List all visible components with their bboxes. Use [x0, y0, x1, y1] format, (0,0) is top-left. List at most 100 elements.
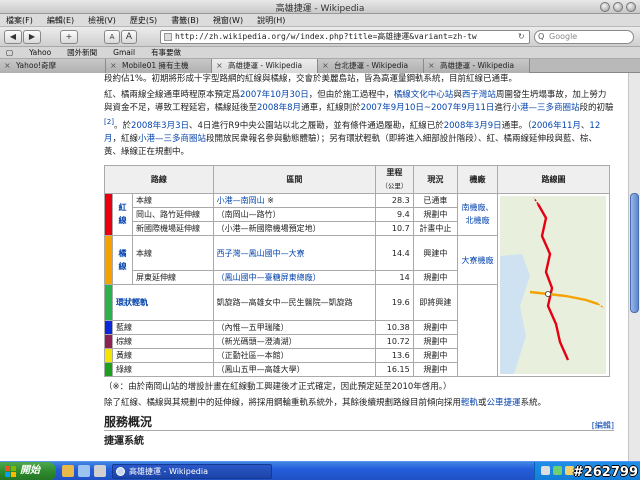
menu-history[interactable]: 歷史(S): [130, 15, 157, 26]
route-km: 14.4: [375, 234, 414, 272]
paragraph-intro: 段約佔1%。初期將形成十字型路網的紅線與橘線，交會於美麗島站，皆為高運量鋼軌系統…: [104, 74, 517, 84]
search-input[interactable]: Q Google: [534, 30, 634, 44]
link-section[interactable]: 小港—三多商圈站: [138, 134, 206, 144]
menu-window[interactable]: 視窗(W): [213, 15, 243, 26]
article-body: 段約佔1%。初期將形成十字型路網的紅線與橘線，交會於美麗島站，皆為高運量鋼軌系統…: [104, 73, 614, 448]
text: 系統。: [520, 397, 547, 408]
menu-bookmarks[interactable]: 書籤(B): [171, 15, 199, 26]
search-placeholder: Google: [549, 32, 578, 41]
tab-mobile01[interactable]: × Mobile01 擁有主機: [106, 59, 212, 73]
col-header-line: 路線: [104, 164, 214, 194]
link-brt[interactable]: 公車捷運: [487, 398, 521, 408]
link-station[interactable]: 西子灣站: [462, 90, 496, 100]
text-larger-button[interactable]: A: [121, 30, 137, 44]
orange-line-link[interactable]: 橘線: [112, 234, 133, 286]
back-button[interactable]: ◀: [4, 30, 22, 44]
col-header-km: 里程 （公里）: [375, 164, 414, 194]
flag-red: [5, 466, 10, 471]
close-tab-icon[interactable]: ×: [216, 59, 223, 72]
tab-yahoo[interactable]: × Yahoo!奇摩: [0, 59, 106, 73]
section-title-text: 服務概況: [104, 414, 153, 429]
route-status: 規劃中: [412, 347, 459, 363]
red-line-link[interactable]: 紅線: [112, 192, 133, 236]
window-title: 高雄捷運 - Wikipedia: [275, 4, 365, 14]
bookmark-gmail[interactable]: Gmail: [113, 48, 135, 57]
close-tab-icon[interactable]: ×: [322, 59, 329, 72]
bookmarks-book-icon[interactable]: ▢: [6, 48, 13, 57]
tab-bar: × Yahoo!奇摩 × Mobile01 擁有主機 × 高雄捷運 - Wiki…: [0, 59, 640, 73]
text: 與: [453, 90, 462, 100]
menu-view[interactable]: 檢視(V): [88, 15, 116, 26]
tray-network-icon[interactable]: [541, 466, 550, 475]
close-button[interactable]: [626, 2, 636, 12]
route-group: 藍線: [112, 319, 214, 335]
forward-button[interactable]: ▶: [23, 30, 41, 44]
link-section[interactable]: 小港—三多商圈站: [511, 103, 579, 113]
reload-icon[interactable]: ↻: [518, 32, 525, 41]
close-tab-icon[interactable]: ×: [4, 59, 11, 72]
link-date[interactable]: 2006年11月: [531, 121, 580, 131]
route-km: 28.3: [375, 192, 414, 208]
link-light-rail[interactable]: 輕軌: [461, 398, 478, 408]
close-tab-icon[interactable]: ×: [110, 59, 117, 72]
route-range-link[interactable]: 西子灣—鳳山國中—大寮: [212, 234, 377, 272]
route-sub: 本線: [132, 234, 214, 272]
light-rail-link[interactable]: 環狀輕軌: [112, 284, 214, 321]
tab-kaohsiung-mrt[interactable]: × 高雄捷運 - Wikipedia: [212, 59, 318, 73]
depot-red[interactable]: 南機廠、北機廠: [457, 192, 498, 236]
route-range-link[interactable]: （鳳山國中—臺糖屏東總廠）: [212, 270, 377, 286]
route-group: 黃線: [112, 347, 214, 363]
route-range: 凱旋路—高雄女中—民生醫院—凱旋路: [212, 284, 377, 321]
tab-taipei-mrt[interactable]: × 台北捷運 - Wikipedia: [318, 59, 424, 73]
route-range: （新光碼頭—澄清湖）: [212, 333, 377, 349]
link-date[interactable]: 2007年9月10日~2007年9月11日: [361, 103, 495, 113]
route-map-image[interactable]: [500, 195, 606, 374]
table-row: 紅線 本線 小港—南岡山 ※ 28.3 已通車 南機廠、北機廠: [104, 192, 610, 377]
blue-line-swatch: [104, 319, 113, 335]
add-bookmark-button[interactable]: +: [60, 30, 78, 44]
start-button[interactable]: 開始: [0, 462, 56, 480]
depot-empty: [457, 284, 498, 377]
route-range-link[interactable]: 小港—南岡山: [217, 196, 265, 205]
window-controls: [600, 2, 636, 12]
link-date[interactable]: 2008年3月3日: [131, 121, 189, 131]
edit-section-link[interactable]: [編輯]: [592, 419, 614, 432]
bookmark-yahoo[interactable]: Yahoo: [29, 48, 51, 57]
close-tab-icon[interactable]: ×: [428, 59, 435, 72]
flag-blue: [5, 472, 10, 477]
link-date[interactable]: 2008年3月9日: [444, 121, 502, 131]
menu-edit[interactable]: 編輯(E): [47, 15, 74, 26]
safari-icon: [116, 467, 125, 476]
bookmark-todo[interactable]: 有事要做: [151, 47, 181, 58]
depot-orange[interactable]: 大寮機廠: [457, 234, 498, 286]
taskbar: 開始 高雄捷運 - Wikipedia: [0, 461, 640, 480]
quick-launch-desktop-icon[interactable]: [94, 465, 106, 477]
route-km: 10.38: [375, 319, 414, 335]
text-smaller-button[interactable]: A: [104, 30, 120, 44]
menu-file[interactable]: 檔案(F): [6, 15, 33, 26]
route-range: （小港—新國際機場預定地）: [212, 220, 377, 236]
wikipedia-favicon-icon: [164, 33, 172, 41]
menu-help[interactable]: 說明(H): [257, 15, 285, 26]
vertical-scrollbar[interactable]: [628, 73, 640, 461]
address-bar[interactable]: http://zh.wikipedia.org/w/index.php?titl…: [160, 30, 530, 44]
tab-label: Mobile01 擁有主機: [122, 61, 189, 70]
route-range: （內惟—五甲瑞隆）: [212, 319, 377, 335]
footnote-mark: ※: [264, 195, 274, 205]
tab-kaohsiung-mrt-2[interactable]: × 高雄捷運 - Wikipedia: [424, 59, 530, 73]
link-date[interactable]: 2008年8月: [257, 103, 301, 113]
text: 紅、橘兩線全線通車時程原本預定爲: [104, 90, 241, 100]
bookmark-foreign-news[interactable]: 國外新聞: [67, 47, 97, 58]
minimize-button[interactable]: [600, 2, 610, 12]
link-date[interactable]: 2007年10月30日: [240, 90, 309, 100]
reference-link[interactable]: [2]: [104, 117, 114, 126]
col-header-depot: 機廠: [457, 164, 498, 194]
quick-launch-safari-icon[interactable]: [78, 465, 90, 477]
taskbar-window-button[interactable]: 高雄捷運 - Wikipedia: [112, 464, 272, 479]
maximize-button[interactable]: [613, 2, 623, 12]
link-station[interactable]: 橘線文化中心站: [394, 90, 454, 100]
scrollbar-thumb[interactable]: [630, 193, 639, 313]
route-range: 小港—南岡山 ※: [212, 192, 377, 208]
quick-launch-folder-icon[interactable]: [62, 465, 74, 477]
tray-security-icon[interactable]: [553, 466, 562, 475]
